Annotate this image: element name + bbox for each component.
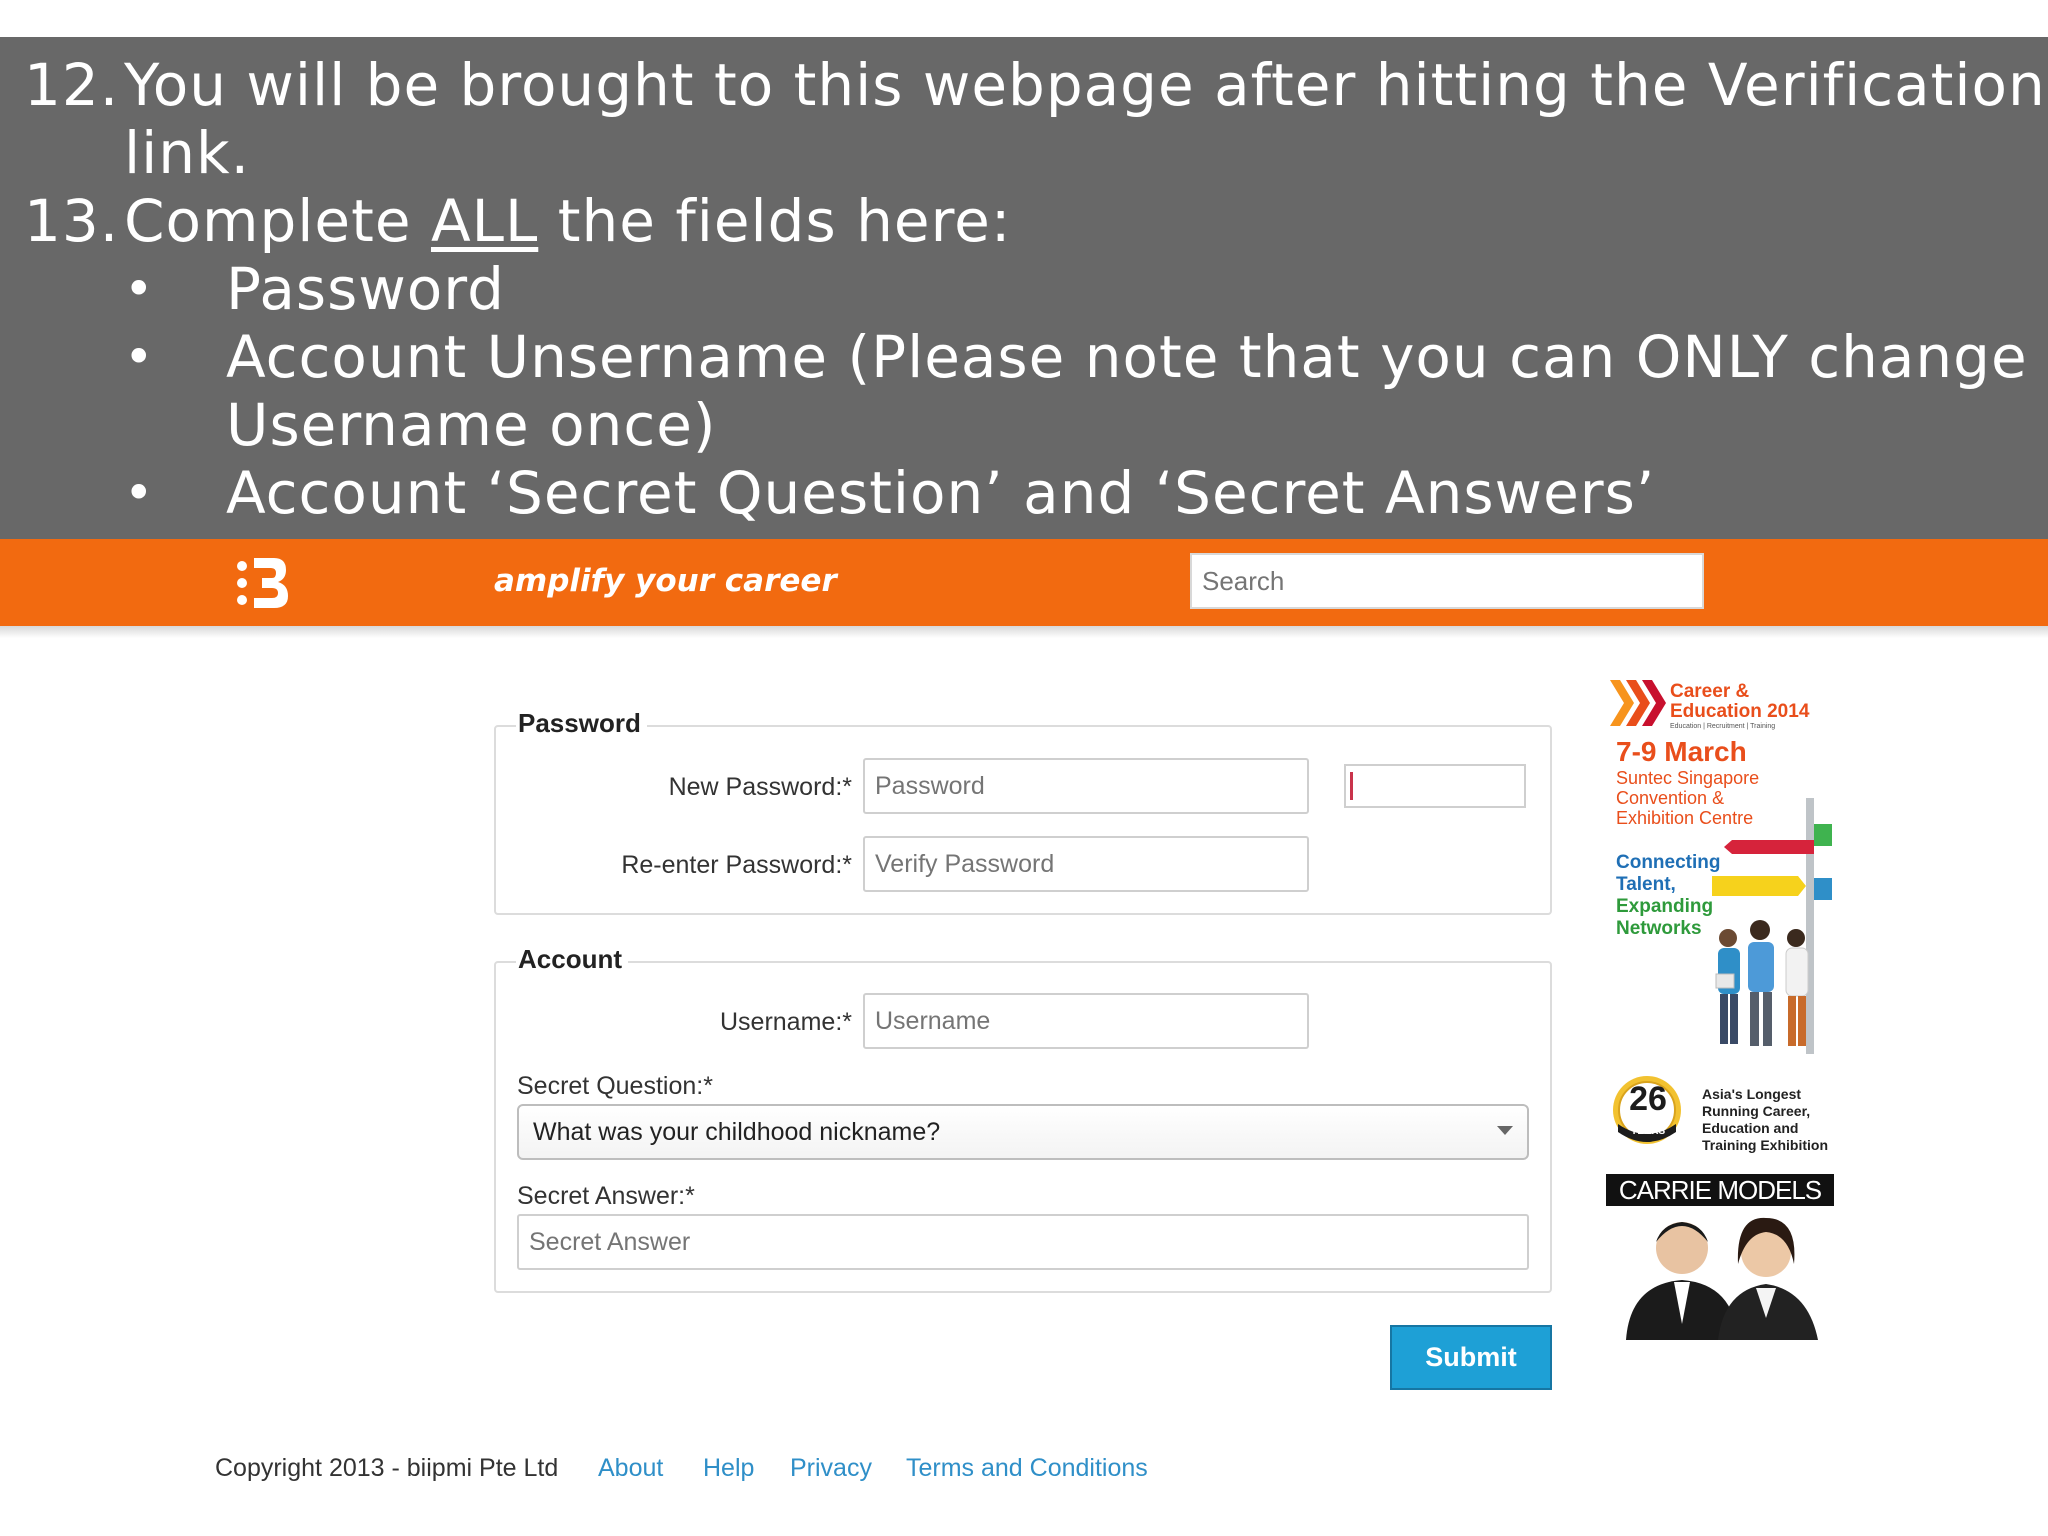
password-strength-meter (1344, 764, 1526, 808)
instruction-banner: 12. You will be brought to this webpage … (0, 37, 2048, 539)
bullet-item-continued: Username once) (226, 391, 717, 459)
event-logo-icon (1610, 680, 1666, 726)
step-text-post: the fields here: (538, 187, 1012, 255)
footer-link-about[interactable]: About (598, 1450, 663, 1490)
step-text-continued: link. (124, 119, 251, 187)
bullet-item: Account Unsername (Please note that you … (226, 323, 2048, 391)
ad-title-year: Education 2014 (1670, 701, 1810, 722)
verify-password-input[interactable] (863, 836, 1309, 892)
copyright-text: Copyright 2013 - biipmi Pte Ltd (215, 1454, 559, 1482)
bullet-icon: • (124, 464, 154, 522)
models-photo (1606, 1206, 1834, 1340)
bullet-icon: • (124, 260, 154, 318)
site-header: amplify your career (0, 539, 2048, 626)
secret-question-select[interactable]: What was your childhood nickname? (517, 1104, 1529, 1160)
new-password-input[interactable] (863, 758, 1309, 814)
signpost-people-illustration (1712, 798, 1832, 1054)
step-text: Complete ALL the fields here: (124, 187, 1011, 255)
password-legend: Password (516, 705, 647, 741)
header-shadow (0, 626, 2048, 638)
step-text: You will be brought to this webpage afte… (124, 51, 2046, 119)
sponsor-logo: CARRIE MODELS (1606, 1174, 1834, 1206)
badge-description: Education and (1702, 1120, 1799, 1136)
ad-tagline: Networks (1616, 918, 1702, 939)
ad-venue: Suntec Singapore (1616, 768, 1760, 788)
footer-link-privacy[interactable]: Privacy (790, 1450, 872, 1490)
secret-answer-label: Secret Answer:* (517, 1182, 695, 1210)
step-text-pre: Complete (124, 187, 431, 255)
ad-subtitle: Education | Recruitment | Training (1670, 723, 1776, 730)
ad-tagline: Talent, (1616, 874, 1676, 895)
step-number: 13. (24, 187, 120, 255)
account-legend: Account (516, 941, 628, 977)
new-password-label: New Password:* (668, 773, 852, 801)
search-input[interactable] (1190, 553, 1704, 609)
username-input[interactable] (863, 993, 1309, 1049)
reenter-password-label: Re-enter Password:* (621, 851, 852, 879)
bullet-icon: • (124, 328, 154, 386)
career-fair-ad[interactable]: Career & Education 2014 Education | Recr… (1606, 674, 1834, 1340)
footer-link-help[interactable]: Help (703, 1450, 754, 1490)
badge-description: Training Exhibition (1702, 1137, 1828, 1153)
emphasis-text: ALL (430, 187, 539, 255)
biipmi-logo-icon[interactable] (234, 552, 292, 614)
account-fieldset: Account Username:* Secret Question:* Wha… (494, 941, 1552, 1293)
badge-label: YEARS (1630, 1126, 1666, 1137)
badge-description: Asia's Longest (1702, 1086, 1802, 1102)
bullet-item: Account ‘Secret Question’ and ‘Secret An… (226, 459, 1656, 527)
site-tagline: amplify your career (494, 563, 837, 599)
ad-tagline: Expanding (1616, 896, 1714, 917)
ad-title: Career & (1670, 681, 1750, 702)
secret-question-label: Secret Question:* (517, 1072, 713, 1100)
secret-answer-input[interactable] (517, 1214, 1529, 1270)
bullet-item: Password (226, 255, 505, 323)
step-number: 12. (24, 51, 120, 119)
chevron-down-icon (1497, 1126, 1513, 1135)
username-label: Username:* (720, 1008, 852, 1036)
badge-number: 26 (1629, 1080, 1667, 1118)
submit-button[interactable]: Submit (1390, 1325, 1552, 1390)
footer-link-terms[interactable]: Terms and Conditions (906, 1450, 1148, 1490)
secret-question-value: What was your childhood nickname? (533, 1118, 941, 1146)
badge-description: Running Career, (1702, 1103, 1811, 1119)
ad-dates: 7-9 March (1616, 736, 1747, 767)
password-fieldset: Password New Password:* Re-enter Passwor… (494, 705, 1552, 915)
